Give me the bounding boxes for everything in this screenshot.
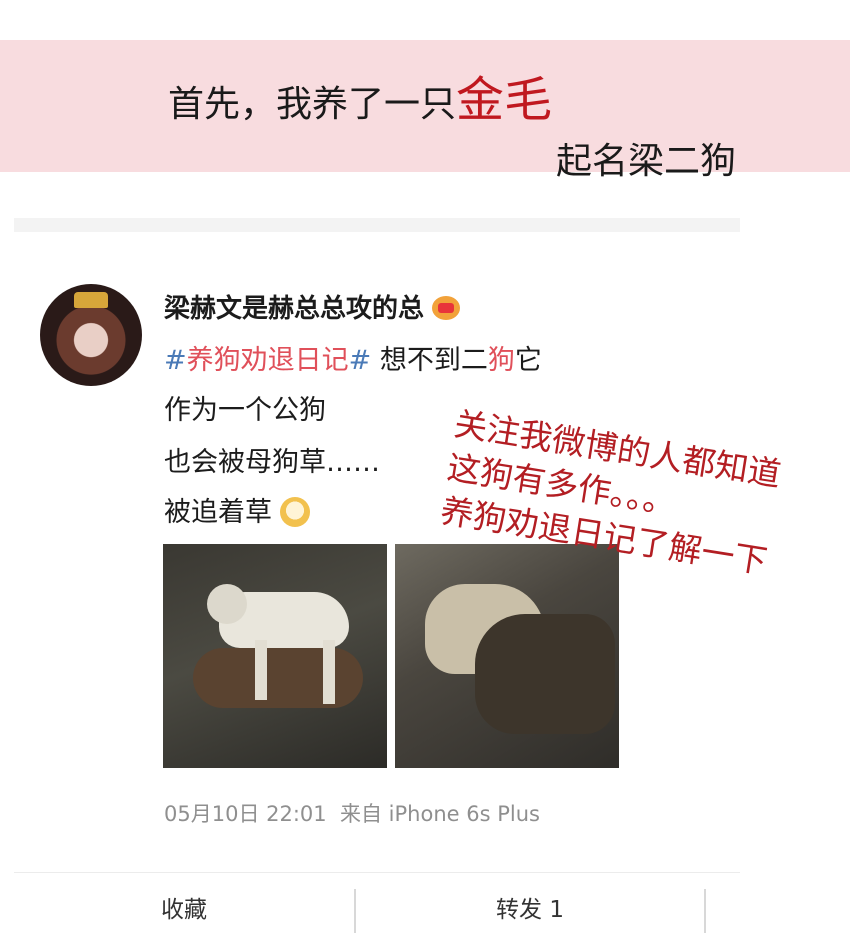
white-dog-head-shape	[207, 584, 247, 624]
caption-band: 首先，我养了一只金毛 起名梁二狗	[0, 40, 850, 182]
topic-link[interactable]: #养狗劝退日记#	[164, 345, 371, 376]
dog-emoji-icon	[280, 497, 310, 527]
post-photo-2[interactable]	[395, 544, 619, 768]
post-timestamp: 05月10日 22:01	[164, 802, 327, 826]
username-text[interactable]: 梁赫文是赫总总攻的总	[164, 294, 424, 324]
post-source: 来自 iPhone 6s Plus	[340, 802, 540, 826]
post-text: 它	[514, 345, 542, 376]
topic-text: 养狗劝退日记	[186, 345, 349, 376]
divider	[704, 889, 706, 933]
post-text-red: 狗	[487, 345, 515, 376]
post-text-line-4: 被追着草	[164, 490, 310, 529]
weibo-post-card: 梁赫文是赫总总攻的总 #养狗劝退日记# 想不到二狗它 作为一个公狗 也会被母狗草…	[14, 218, 740, 952]
avatar-crown-decoration	[74, 292, 108, 308]
username[interactable]: 梁赫文是赫总总攻的总	[164, 288, 461, 325]
avatar[interactable]	[40, 284, 142, 386]
white-dog-leg-shape	[323, 640, 335, 704]
caption-line-1: 首先，我养了一只金毛	[168, 60, 552, 130]
crown-badge-icon	[432, 296, 461, 320]
caption-highlight: 金毛	[456, 72, 553, 128]
topic-hash-end: #	[348, 345, 372, 376]
action-bar: 收藏 转发 1	[14, 872, 740, 952]
forward-button[interactable]: 转发 1	[356, 887, 704, 933]
post-text-line-2: 作为一个公狗	[164, 395, 326, 426]
white-dog-leg-shape	[255, 640, 267, 700]
post-meta: 05月10日 22:01 来自 iPhone 6s Plus	[164, 798, 540, 828]
post-text: 被追着草	[164, 497, 272, 528]
dark-dog-shape	[475, 614, 615, 734]
caption-text: 首先，我养了一只	[168, 84, 457, 125]
favorite-button[interactable]: 收藏	[14, 887, 354, 933]
page: 首先，我养了一只金毛 起名梁二狗 梁赫文是赫总总攻的总 #养狗劝退日记# 想不到…	[0, 0, 850, 952]
brown-dog-shape	[193, 648, 363, 708]
post-text-line-3: 也会被母狗草……	[164, 447, 380, 478]
post-text: 想不到二	[371, 345, 488, 376]
post-photo-1[interactable]	[163, 544, 387, 768]
topic-hash-start: #	[164, 345, 187, 376]
post-text-line-1: #养狗劝退日记# 想不到二狗它	[164, 338, 542, 377]
caption-line-2: 起名梁二狗	[556, 141, 737, 182]
